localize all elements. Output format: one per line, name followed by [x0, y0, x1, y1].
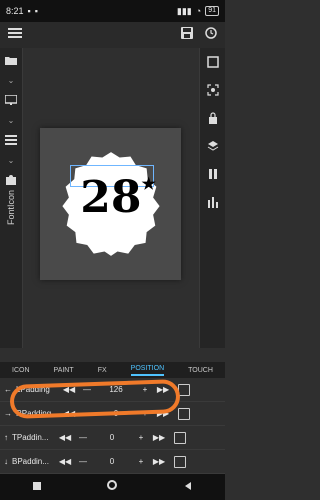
arrow-left-icon: ←: [4, 385, 12, 394]
row-checkbox[interactable]: [178, 407, 190, 420]
back-icon[interactable]: [183, 478, 193, 496]
battery-icon: 91: [205, 6, 219, 16]
top-toolbar: [0, 22, 225, 48]
lock-icon[interactable]: [205, 110, 221, 126]
fast-rewind-icon[interactable]: ◀◀: [56, 433, 74, 442]
status-notification-icon: ▪: [27, 6, 31, 16]
padding-row-top: ↑ TPaddin... ◀◀ — 0 + ▶▶: [0, 426, 225, 450]
minus-button[interactable]: —: [74, 457, 92, 466]
row-checkbox[interactable]: [174, 455, 186, 468]
focus-icon[interactable]: [205, 82, 221, 98]
wifi-icon: ◔: [195, 6, 202, 16]
status-bar: 8:21 ▪ ▪ ▮▮▮ ◔ 91: [0, 0, 225, 22]
arrow-right-icon: →: [4, 409, 12, 418]
badge-number: 28★: [80, 172, 156, 223]
signal-icon: ▮▮▮: [176, 5, 192, 16]
pause-icon[interactable]: [205, 166, 221, 182]
folder-icon[interactable]: [3, 52, 19, 68]
chevron-down-icon[interactable]: ⌄: [3, 152, 19, 168]
tab-icon[interactable]: ICON: [12, 367, 30, 374]
arrow-down-icon: ↓: [4, 457, 8, 466]
menu-icon[interactable]: [8, 26, 22, 44]
left-rail: ⌄ ⌄ ⌄ FontIcon: [0, 48, 23, 348]
minus-button[interactable]: —: [74, 433, 92, 442]
chevron-down-icon[interactable]: ⌄: [3, 72, 19, 88]
system-nav-bar: [0, 474, 225, 500]
tab-touch[interactable]: TOUCH: [188, 367, 213, 374]
fonticon-tab[interactable]: FontIcon: [3, 173, 19, 243]
row-value[interactable]: 0: [92, 457, 132, 466]
property-tabs: ICON PAINT FX POSITION TOUCH: [0, 362, 225, 378]
fast-forward-icon[interactable]: ▶▶: [150, 457, 168, 466]
arrow-up-icon: ↑: [4, 433, 8, 442]
battery-level: 91: [208, 7, 216, 14]
row-checkbox[interactable]: [174, 431, 186, 444]
row-label: TPaddin...: [12, 433, 49, 442]
tab-paint[interactable]: PAINT: [54, 367, 74, 374]
orange-annotation-circle: [9, 379, 181, 419]
plus-button[interactable]: +: [132, 433, 150, 442]
frame-icon[interactable]: [205, 54, 221, 70]
padding-row-bottom: ↓ BPaddin... ◀◀ — 0 + ▶▶: [0, 450, 225, 474]
fast-rewind-icon[interactable]: ◀◀: [56, 457, 74, 466]
row-label: BPaddin...: [12, 457, 49, 466]
tab-fx[interactable]: FX: [98, 367, 107, 374]
equalizer-icon[interactable]: [205, 194, 221, 210]
home-icon[interactable]: [106, 478, 118, 496]
chevron-down-icon[interactable]: ⌄: [3, 112, 19, 128]
tab-position[interactable]: POSITION: [130, 365, 165, 376]
layers-icon[interactable]: [205, 138, 221, 154]
fonticon-tab-label: FontIcon: [6, 190, 16, 226]
row-value[interactable]: 0: [92, 433, 132, 442]
monitor-icon[interactable]: [3, 92, 19, 108]
status-notification-icon: ▪: [34, 6, 38, 16]
star-icon: ★: [141, 174, 156, 193]
fast-forward-icon[interactable]: ▶▶: [150, 433, 168, 442]
history-icon[interactable]: [205, 26, 217, 44]
status-time: 8:21: [6, 6, 24, 16]
save-icon[interactable]: [181, 26, 193, 44]
plus-button[interactable]: +: [132, 457, 150, 466]
recent-apps-icon[interactable]: [32, 478, 42, 496]
right-rail: [199, 48, 225, 348]
layers-list-icon[interactable]: [3, 132, 19, 148]
